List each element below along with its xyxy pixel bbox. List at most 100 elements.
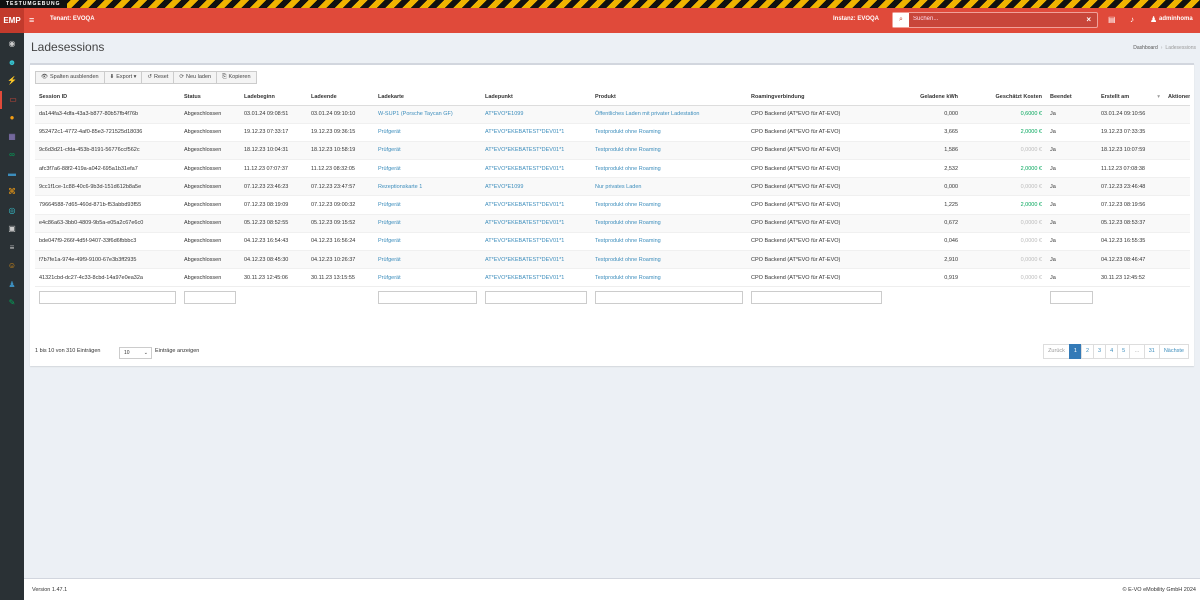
- cell-card[interactable]: Prüfgerät: [374, 249, 481, 269]
- eye-icon[interactable]: ◎: [0, 202, 24, 220]
- cell-product[interactable]: Testprodukt ohne Roaming: [591, 268, 747, 287]
- column-header[interactable]: Aktionen: [1164, 90, 1190, 106]
- table-row[interactable]: afc3f7a6-88f2-419a-a042-695a1b31efa7 Abge…: [35, 159, 1190, 178]
- roaming-icon[interactable]: ∞: [0, 146, 24, 164]
- cell-product[interactable]: Testprodukt ohne Roaming: [591, 249, 747, 269]
- cell-card[interactable]: Rezeptionskarte 1: [374, 177, 481, 196]
- cell-point[interactable]: AT*EVO*EKEBATEST*DEV01*1: [481, 140, 591, 160]
- reload-button[interactable]: ⟳ Neu laden: [173, 71, 218, 84]
- cell-actions[interactable]: [1164, 104, 1190, 124]
- cell-product[interactable]: Testprodukt ohne Roaming: [591, 122, 747, 142]
- cell-point[interactable]: AT*EVO*EKEBATEST*DEV01*1: [481, 195, 591, 215]
- column-header[interactable]: Erstellt am ▾: [1097, 90, 1164, 106]
- search-input[interactable]: [913, 16, 1073, 22]
- dashboard-icon[interactable]: ◉: [0, 35, 24, 53]
- tenant-label[interactable]: Tenant: EVOQA: [50, 16, 95, 22]
- cell-actions[interactable]: [1164, 249, 1190, 269]
- list-icon[interactable]: ≡: [0, 239, 24, 257]
- cell-card[interactable]: Prüfgerät: [374, 159, 481, 178]
- card-icon[interactable]: ▬: [0, 165, 24, 183]
- table-row[interactable]: 79664588-7d65-460d-871b-f53abbd93f55 Abge…: [35, 195, 1190, 215]
- cell-card[interactable]: Prüfgerät: [374, 140, 481, 160]
- cell-actions[interactable]: [1164, 195, 1190, 215]
- cell-point[interactable]: AT*EVO*EKEBATEST*DEV01*1: [481, 268, 591, 287]
- cell-actions[interactable]: [1164, 177, 1190, 196]
- tasks-icon[interactable]: ▤: [1108, 15, 1116, 24]
- column-filter-input[interactable]: [485, 290, 587, 304]
- cell-actions[interactable]: [1164, 213, 1190, 233]
- group-icon[interactable]: ☺: [0, 257, 24, 275]
- cell-point[interactable]: AT*EVO*EKEBATEST*DEV01*1: [481, 249, 591, 269]
- column-header[interactable]: Session ID: [35, 90, 180, 106]
- breadcrumb-dashboard[interactable]: Dashboard: [1133, 45, 1157, 51]
- cell-point[interactable]: AT*EVO*E1099: [481, 177, 591, 196]
- brand-logo[interactable]: EMP: [0, 8, 24, 33]
- column-header[interactable]: Produkt: [591, 90, 747, 106]
- menu-icon[interactable]: ≡: [29, 15, 34, 25]
- copy-button[interactable]: ⎘ Kopieren: [216, 71, 257, 84]
- column-filter-input[interactable]: [378, 290, 477, 304]
- column-header[interactable]: Ladekarte: [374, 90, 481, 106]
- cell-product[interactable]: Öffentliches Laden mit privater Ladestat…: [591, 104, 747, 124]
- tariff-icon[interactable]: ●: [0, 109, 24, 127]
- plug-icon[interactable]: ✎: [0, 294, 24, 312]
- clear-icon[interactable]: ×: [1086, 15, 1091, 24]
- cell-product[interactable]: Testprodukt ohne Roaming: [591, 213, 747, 233]
- column-header[interactable]: Ladeende: [307, 90, 374, 106]
- car-icon[interactable]: ▣: [0, 220, 24, 238]
- cell-product[interactable]: Testprodukt ohne Roaming: [591, 231, 747, 251]
- search-icon[interactable]: ⌕: [893, 13, 909, 27]
- user-menu[interactable]: adminhoma: [1159, 16, 1193, 22]
- table-row[interactable]: 952472c1-4772-4af0-85e3-721525d18036 Abge…: [35, 122, 1190, 142]
- cell-point[interactable]: AT*EVO*EKEBATEST*DEV01*1: [481, 159, 591, 178]
- table-row[interactable]: bde047f9-266f-4d5f-9407-33f6d6fbbbc3 Abge…: [35, 231, 1190, 251]
- export-button[interactable]: ⬇ Export ▾: [103, 71, 143, 84]
- page-link[interactable]: 31: [1143, 344, 1160, 359]
- column-header[interactable]: Ladebeginn: [240, 90, 307, 106]
- table-row[interactable]: e4c86a63-3bb0-4809-9b5a-e05a2c67e6c0 Abge…: [35, 213, 1190, 233]
- invoice-icon[interactable]: ▦: [0, 128, 24, 146]
- column-header[interactable]: Ladepunkt: [481, 90, 591, 106]
- column-filter-input[interactable]: [1050, 290, 1093, 304]
- column-header[interactable]: Geschätzt Kosten: [962, 90, 1046, 106]
- cell-actions[interactable]: [1164, 231, 1190, 251]
- cell-card[interactable]: Prüfgerät: [374, 231, 481, 251]
- column-filter-input[interactable]: [595, 290, 743, 304]
- page-link[interactable]: Zurück: [1043, 344, 1070, 359]
- person-icon[interactable]: ♟: [0, 276, 24, 294]
- page-link[interactable]: Nächste: [1158, 344, 1189, 359]
- cell-product[interactable]: Nur privates Laden: [591, 177, 747, 196]
- cell-card[interactable]: Prüfgerät: [374, 213, 481, 233]
- table-row[interactable]: da144fa3-4dfa-43a3-b877-80b57fb4f76b Abge…: [35, 104, 1190, 124]
- customer-icon[interactable]: ☻: [0, 54, 24, 72]
- cell-actions[interactable]: [1164, 268, 1190, 287]
- cell-product[interactable]: Testprodukt ohne Roaming: [591, 159, 747, 178]
- cell-product[interactable]: Testprodukt ohne Roaming: [591, 195, 747, 215]
- column-header[interactable]: Roamingverbindung: [747, 90, 886, 106]
- cell-card[interactable]: Prüfgerät: [374, 268, 481, 287]
- charging-icon[interactable]: ⚡: [0, 72, 24, 90]
- column-filter-input[interactable]: [184, 290, 236, 304]
- table-row[interactable]: 9cc1f1ce-1c88-40c6-9b3d-151d612b8a5e Abge…: [35, 177, 1190, 196]
- bell-icon[interactable]: ♪: [1130, 15, 1134, 24]
- cell-actions[interactable]: [1164, 159, 1190, 178]
- table-row[interactable]: f7b7fe1a-974e-49f9-9100-67e3b3ff2935 Abge…: [35, 249, 1190, 269]
- column-filter-input[interactable]: [751, 290, 882, 304]
- column-header[interactable]: Beendet: [1046, 90, 1097, 106]
- column-filter-input[interactable]: [39, 290, 176, 304]
- column-header[interactable]: Status: [180, 90, 240, 106]
- session-icon[interactable]: ▭: [0, 90, 24, 109]
- cell-card[interactable]: Prüfgerät: [374, 122, 481, 142]
- table-row[interactable]: 41321cbd-dc27-4c33-8cbd-14a97e0ea32a Abge…: [35, 268, 1190, 287]
- station-icon[interactable]: ⌘: [0, 183, 24, 201]
- page-length-select[interactable]: 10 ⌄: [119, 347, 152, 359]
- column-header[interactable]: Geladene kWh: [886, 90, 962, 106]
- cell-product[interactable]: Testprodukt ohne Roaming: [591, 140, 747, 160]
- reset-button[interactable]: ↺ Reset: [141, 71, 175, 84]
- cell-actions[interactable]: [1164, 122, 1190, 142]
- hide-columns-button[interactable]: 👁 Spalten ausblenden: [35, 71, 105, 84]
- cell-point[interactable]: AT*EVO*EKEBATEST*DEV01*1: [481, 231, 591, 251]
- cell-card[interactable]: Prüfgerät: [374, 195, 481, 215]
- cell-card[interactable]: W-SUP1 (Porsche Taycan GF): [374, 104, 481, 124]
- cell-point[interactable]: AT*EVO*EKEBATEST*DEV01*1: [481, 213, 591, 233]
